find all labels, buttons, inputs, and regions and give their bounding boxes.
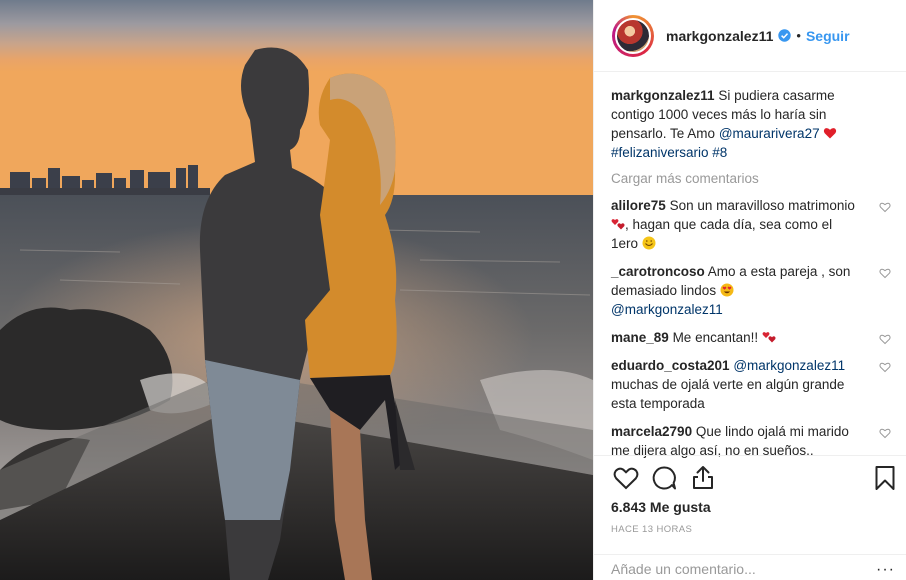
post-header: markgonzalez11 • Seguir [594, 0, 906, 72]
caption: markgonzalez11 Si pudiera casarme contig… [611, 86, 891, 162]
comment-username[interactable]: eduardo_costa201 [611, 358, 730, 373]
comment-like-heart-icon[interactable] [879, 267, 891, 279]
post-actions: 6.843 Me gusta Hace 13 horas ··· [594, 455, 906, 580]
comment-item: alilore75 Son un maravilloso matrimonio … [611, 196, 891, 253]
smiling-face-emoji-icon [642, 236, 656, 250]
load-more-comments-button[interactable]: Cargar más comentarios [611, 171, 891, 186]
caption-hashtags[interactable]: #felizaniversario #8 [611, 145, 727, 160]
comments-list: markgonzalez11 Si pudiera casarme contig… [611, 86, 891, 469]
two-hearts-emoji-icon [611, 219, 625, 230]
comment-username[interactable]: alilore75 [611, 198, 666, 213]
verified-badge-icon [778, 29, 792, 42]
comment-item: _carotroncoso Amo a esta pareja , son de… [611, 262, 891, 319]
two-hearts-emoji-icon [762, 332, 776, 343]
add-comment-bar: ··· [594, 554, 906, 580]
comment-username[interactable]: mane_89 [611, 330, 669, 345]
more-options-icon[interactable]: ··· [876, 561, 895, 579]
comment-like-heart-icon[interactable] [879, 427, 891, 439]
comment-like-heart-icon[interactable] [879, 201, 891, 213]
comment-bubble-icon[interactable] [650, 464, 678, 492]
instagram-post: markgonzalez11 • Seguir markgonzalez11 S… [0, 0, 906, 580]
comment-text: muchas de ojalá verte en algún grande es… [611, 377, 845, 411]
avatar-image [615, 17, 651, 54]
caption-mention[interactable]: @maurarivera27 [719, 126, 820, 141]
action-icons [612, 464, 899, 494]
heart-icon[interactable] [612, 464, 640, 492]
post-timestamp[interactable]: Hace 13 horas [611, 524, 692, 535]
avatar[interactable] [612, 14, 654, 57]
comment-like-heart-icon[interactable] [879, 333, 891, 345]
author-username[interactable]: markgonzalez11 [666, 28, 773, 44]
post-side-panel: markgonzalez11 • Seguir markgonzalez11 S… [593, 0, 906, 580]
comment-username[interactable]: marcela2790 [611, 424, 692, 439]
comment-item: mane_89 Me encantan!! [611, 328, 891, 347]
comment-username[interactable]: _carotroncoso [611, 264, 705, 279]
header-separator: • [796, 28, 801, 43]
comment-item: eduardo_costa201 @markgonzalez11 muchas … [611, 356, 891, 413]
comment-text: Son un maravilloso matrimonio [669, 198, 855, 213]
comment-text: Me encantan!! [672, 330, 759, 345]
sunset-couple-image [0, 0, 593, 580]
follow-button[interactable]: Seguir [806, 28, 850, 44]
share-icon[interactable] [689, 464, 717, 492]
comment-mention[interactable]: @markgonzalez11 [733, 358, 845, 373]
post-photo[interactable] [0, 0, 593, 580]
red-heart-emoji-icon [824, 128, 837, 139]
comment-like-heart-icon[interactable] [879, 361, 891, 373]
likes-count[interactable]: 6.843 Me gusta [611, 499, 711, 515]
heart-eyes-emoji-icon [720, 283, 734, 297]
add-comment-input[interactable] [611, 561, 851, 577]
comment-mention[interactable]: @markgonzalez11 [611, 302, 723, 317]
bookmark-icon[interactable] [871, 464, 899, 492]
caption-username[interactable]: markgonzalez11 [611, 88, 715, 103]
